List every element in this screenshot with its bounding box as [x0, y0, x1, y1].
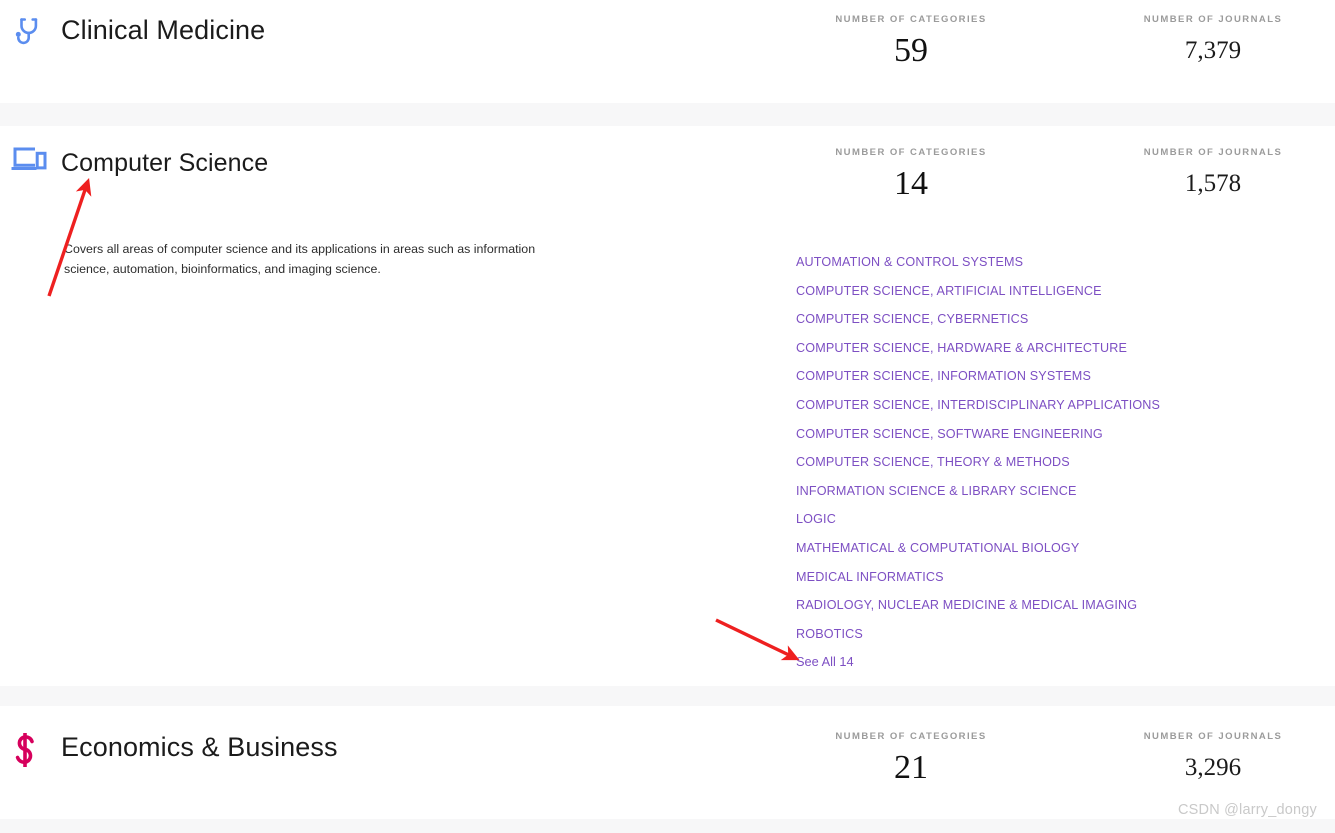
section-divider-band [0, 686, 1335, 706]
section-header: Clinical Medicine NUMBER OF CATEGORIES 5… [0, 0, 1335, 68]
category-link[interactable]: COMPUTER SCIENCE, INTERDISCIPLINARY APPL… [796, 391, 1256, 420]
category-link[interactable]: INFORMATION SCIENCE & LIBRARY SCIENCE [796, 477, 1256, 506]
watermark-text: CSDN @larry_dongy [1178, 802, 1317, 818]
section-title[interactable]: Computer Science [61, 151, 268, 176]
stat-categories: NUMBER OF CATEGORIES 21 [796, 732, 1026, 785]
stat-value-categories: 59 [894, 31, 928, 69]
research-area-section-clinical-medicine: Clinical Medicine NUMBER OF CATEGORIES 5… [0, 0, 1335, 103]
stat-label-journals: NUMBER OF JOURNALS [1143, 731, 1283, 742]
stat-value-journals: 7,379 [1184, 36, 1242, 64]
category-link[interactable]: AUTOMATION & CONTROL SYSTEMS [796, 248, 1256, 277]
stat-label-categories: NUMBER OF CATEGORIES [835, 147, 987, 158]
section-description: Covers all areas of computer science and… [64, 242, 536, 276]
stat-journals: NUMBER OF JOURNALS 3,296 [1098, 732, 1328, 781]
category-link[interactable]: COMPUTER SCIENCE, HARDWARE & ARCHITECTUR… [796, 334, 1256, 363]
section-title[interactable]: Economics & Business [61, 734, 338, 761]
section-divider-band [0, 103, 1335, 126]
stat-label-categories: NUMBER OF CATEGORIES [835, 731, 987, 742]
category-link-list: AUTOMATION & CONTROL SYSTEMS COMPUTER SC… [796, 248, 1256, 677]
research-area-section-economics-business: Economics & Business NUMBER OF CATEGORIE… [0, 706, 1335, 819]
research-areas-page: Clinical Medicine NUMBER OF CATEGORIES 5… [0, 0, 1335, 833]
stat-value-categories: 21 [894, 748, 928, 786]
category-link[interactable]: COMPUTER SCIENCE, THEORY & METHODS [796, 448, 1256, 477]
category-link[interactable]: RADIOLOGY, NUCLEAR MEDICINE & MEDICAL IM… [796, 591, 1256, 620]
stat-journals: NUMBER OF JOURNALS 1,578 [1098, 148, 1328, 197]
section-header: Economics & Business NUMBER OF CATEGORIE… [0, 706, 1335, 785]
stat-journals: NUMBER OF JOURNALS 7,379 [1098, 15, 1328, 64]
section-title[interactable]: Clinical Medicine [61, 17, 265, 44]
stat-categories: NUMBER OF CATEGORIES 14 [796, 148, 1026, 201]
category-link[interactable]: COMPUTER SCIENCE, INFORMATION SYSTEMS [796, 362, 1256, 391]
stethoscope-icon [15, 18, 38, 45]
section-header: Computer Science NUMBER OF CATEGORIES 14… [0, 126, 1335, 201]
category-link[interactable]: MATHEMATICAL & COMPUTATIONAL BIOLOGY [796, 534, 1256, 563]
stat-value-journals: 3,296 [1184, 753, 1242, 781]
category-link[interactable]: ROBOTICS [796, 620, 1256, 649]
stat-value-journals: 1,578 [1184, 169, 1242, 197]
stat-value-categories: 14 [894, 164, 928, 202]
research-area-section-computer-science: Computer Science NUMBER OF CATEGORIES 14… [0, 126, 1335, 686]
see-all-categories-link[interactable]: See All 14 [796, 648, 1256, 677]
category-link[interactable]: MEDICAL INFORMATICS [796, 563, 1256, 592]
monitor-devices-icon [11, 147, 47, 170]
stat-categories: NUMBER OF CATEGORIES 59 [796, 15, 1026, 68]
stat-label-journals: NUMBER OF JOURNALS [1143, 147, 1283, 158]
category-link[interactable]: COMPUTER SCIENCE, CYBERNETICS [796, 305, 1256, 334]
page-bottom-band [0, 819, 1335, 833]
dollar-sign-icon [15, 733, 34, 767]
stat-label-categories: NUMBER OF CATEGORIES [835, 14, 987, 25]
category-link[interactable]: LOGIC [796, 505, 1256, 534]
stat-label-journals: NUMBER OF JOURNALS [1143, 14, 1283, 25]
category-link[interactable]: COMPUTER SCIENCE, SOFTWARE ENGINEERING [796, 420, 1256, 449]
category-link[interactable]: COMPUTER SCIENCE, ARTIFICIAL INTELLIGENC… [796, 277, 1256, 306]
